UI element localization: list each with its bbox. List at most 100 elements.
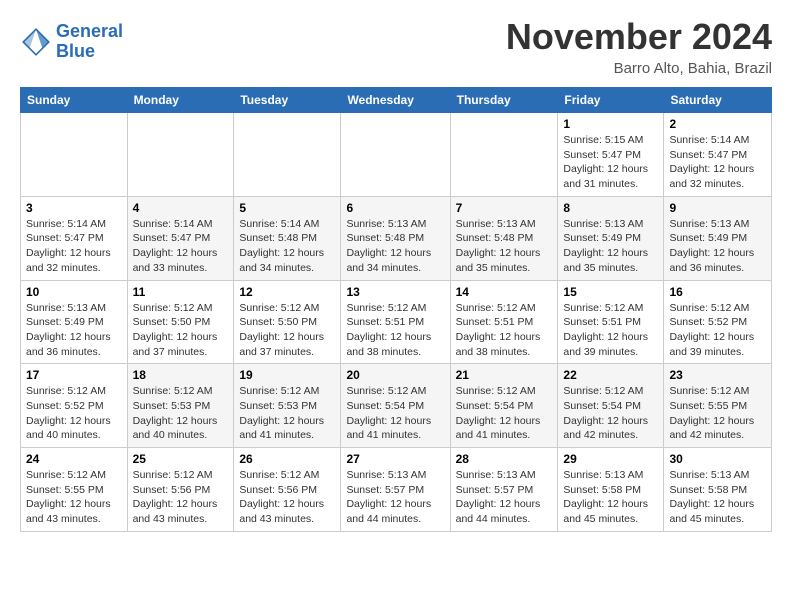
day-info: Sunrise: 5:13 AMSunset: 5:49 PMDaylight:… — [26, 301, 122, 360]
week-row-5: 24 Sunrise: 5:12 AMSunset: 5:55 PMDayligh… — [21, 448, 772, 532]
day-cell — [127, 113, 234, 197]
logo-line2: Blue — [56, 41, 95, 61]
day-info: Sunrise: 5:14 AMSunset: 5:47 PMDaylight:… — [26, 217, 122, 276]
day-cell: 9 Sunrise: 5:13 AMSunset: 5:49 PMDaylight… — [664, 196, 772, 280]
day-cell: 19 Sunrise: 5:12 AMSunset: 5:53 PMDayligh… — [234, 364, 341, 448]
day-number: 30 — [669, 452, 766, 466]
page: General Blue November 2024 Barro Alto, B… — [0, 0, 792, 548]
day-number: 17 — [26, 368, 122, 382]
day-number: 16 — [669, 285, 766, 299]
day-number: 18 — [133, 368, 229, 382]
day-info: Sunrise: 5:13 AMSunset: 5:57 PMDaylight:… — [346, 468, 444, 527]
title-block: November 2024 Barro Alto, Bahia, Brazil — [506, 16, 772, 77]
day-number: 3 — [26, 201, 122, 215]
day-number: 26 — [239, 452, 335, 466]
day-number: 29 — [563, 452, 658, 466]
day-number: 24 — [26, 452, 122, 466]
day-cell: 16 Sunrise: 5:12 AMSunset: 5:52 PMDayligh… — [664, 280, 772, 364]
day-info: Sunrise: 5:15 AMSunset: 5:47 PMDaylight:… — [563, 133, 658, 192]
day-cell: 8 Sunrise: 5:13 AMSunset: 5:49 PMDaylight… — [558, 196, 664, 280]
logo-line1: General — [56, 21, 123, 41]
day-info: Sunrise: 5:12 AMSunset: 5:56 PMDaylight:… — [133, 468, 229, 527]
day-number: 12 — [239, 285, 335, 299]
day-cell: 11 Sunrise: 5:12 AMSunset: 5:50 PMDayligh… — [127, 280, 234, 364]
day-cell: 23Sunrise: 5:12 AMSunset: 5:55 PMDayligh… — [664, 364, 772, 448]
day-number: 4 — [133, 201, 229, 215]
day-info: Sunrise: 5:12 AMSunset: 5:53 PMDaylight:… — [133, 384, 229, 443]
day-number: 9 — [669, 201, 766, 215]
col-header-sunday: Sunday — [21, 88, 128, 113]
week-row-2: 3 Sunrise: 5:14 AMSunset: 5:47 PMDaylight… — [21, 196, 772, 280]
day-info: Sunrise: 5:12 AMSunset: 5:51 PMDaylight:… — [456, 301, 553, 360]
day-number: 19 — [239, 368, 335, 382]
col-header-wednesday: Wednesday — [341, 88, 450, 113]
day-number: 14 — [456, 285, 553, 299]
day-info: Sunrise: 5:14 AMSunset: 5:48 PMDaylight:… — [239, 217, 335, 276]
day-info: Sunrise: 5:13 AMSunset: 5:49 PMDaylight:… — [669, 217, 766, 276]
day-info: Sunrise: 5:12 AMSunset: 5:54 PMDaylight:… — [563, 384, 658, 443]
day-info: Sunrise: 5:12 AMSunset: 5:54 PMDaylight:… — [346, 384, 444, 443]
header-row: SundayMondayTuesdayWednesdayThursdayFrid… — [21, 88, 772, 113]
day-cell: 26 Sunrise: 5:12 AMSunset: 5:56 PMDayligh… — [234, 448, 341, 532]
col-header-saturday: Saturday — [664, 88, 772, 113]
day-info: Sunrise: 5:12 AMSunset: 5:52 PMDaylight:… — [669, 301, 766, 360]
day-cell: 22 Sunrise: 5:12 AMSunset: 5:54 PMDayligh… — [558, 364, 664, 448]
day-cell: 5 Sunrise: 5:14 AMSunset: 5:48 PMDaylight… — [234, 196, 341, 280]
day-cell: 24 Sunrise: 5:12 AMSunset: 5:55 PMDayligh… — [21, 448, 128, 532]
col-header-monday: Monday — [127, 88, 234, 113]
day-cell — [234, 113, 341, 197]
day-cell: 10Sunrise: 5:13 AMSunset: 5:49 PMDayligh… — [21, 280, 128, 364]
calendar-table: SundayMondayTuesdayWednesdayThursdayFrid… — [20, 87, 772, 532]
day-number: 27 — [346, 452, 444, 466]
header: General Blue November 2024 Barro Alto, B… — [20, 16, 772, 77]
day-cell: 21Sunrise: 5:12 AMSunset: 5:54 PMDayligh… — [450, 364, 558, 448]
day-number: 25 — [133, 452, 229, 466]
col-header-friday: Friday — [558, 88, 664, 113]
day-info: Sunrise: 5:14 AMSunset: 5:47 PMDaylight:… — [133, 217, 229, 276]
day-cell: 6Sunrise: 5:13 AMSunset: 5:48 PMDaylight… — [341, 196, 450, 280]
day-number: 22 — [563, 368, 658, 382]
day-info: Sunrise: 5:13 AMSunset: 5:49 PMDaylight:… — [563, 217, 658, 276]
day-cell: 18 Sunrise: 5:12 AMSunset: 5:53 PMDayligh… — [127, 364, 234, 448]
day-info: Sunrise: 5:12 AMSunset: 5:50 PMDaylight:… — [239, 301, 335, 360]
week-row-1: 1 Sunrise: 5:15 AMSunset: 5:47 PMDaylight… — [21, 113, 772, 197]
week-row-3: 10Sunrise: 5:13 AMSunset: 5:49 PMDayligh… — [21, 280, 772, 364]
day-number: 13 — [346, 285, 444, 299]
day-info: Sunrise: 5:13 AMSunset: 5:48 PMDaylight:… — [456, 217, 553, 276]
day-cell: 13 Sunrise: 5:12 AMSunset: 5:51 PMDayligh… — [341, 280, 450, 364]
day-cell — [341, 113, 450, 197]
day-info: Sunrise: 5:13 AMSunset: 5:58 PMDaylight:… — [669, 468, 766, 527]
day-cell: 25 Sunrise: 5:12 AMSunset: 5:56 PMDayligh… — [127, 448, 234, 532]
day-number: 5 — [239, 201, 335, 215]
day-info: Sunrise: 5:12 AMSunset: 5:55 PMDaylight:… — [26, 468, 122, 527]
day-number: 15 — [563, 285, 658, 299]
day-cell: 28 Sunrise: 5:13 AMSunset: 5:57 PMDayligh… — [450, 448, 558, 532]
day-info: Sunrise: 5:12 AMSunset: 5:50 PMDaylight:… — [133, 301, 229, 360]
day-number: 23 — [669, 368, 766, 382]
day-number: 20 — [346, 368, 444, 382]
day-info: Sunrise: 5:13 AMSunset: 5:57 PMDaylight:… — [456, 468, 553, 527]
day-number: 8 — [563, 201, 658, 215]
day-info: Sunrise: 5:13 AMSunset: 5:58 PMDaylight:… — [563, 468, 658, 527]
day-number: 28 — [456, 452, 553, 466]
day-cell: 27 Sunrise: 5:13 AMSunset: 5:57 PMDayligh… — [341, 448, 450, 532]
day-cell: 3 Sunrise: 5:14 AMSunset: 5:47 PMDaylight… — [21, 196, 128, 280]
day-info: Sunrise: 5:12 AMSunset: 5:51 PMDaylight:… — [563, 301, 658, 360]
day-cell: 30 Sunrise: 5:13 AMSunset: 5:58 PMDayligh… — [664, 448, 772, 532]
day-number: 1 — [563, 117, 658, 131]
day-info: Sunrise: 5:12 AMSunset: 5:56 PMDaylight:… — [239, 468, 335, 527]
day-cell: 2Sunrise: 5:14 AMSunset: 5:47 PMDaylight… — [664, 113, 772, 197]
day-info: Sunrise: 5:12 AMSunset: 5:53 PMDaylight:… — [239, 384, 335, 443]
day-number: 11 — [133, 285, 229, 299]
day-info: Sunrise: 5:14 AMSunset: 5:47 PMDaylight:… — [669, 133, 766, 192]
day-cell: 7Sunrise: 5:13 AMSunset: 5:48 PMDaylight… — [450, 196, 558, 280]
week-row-4: 17Sunrise: 5:12 AMSunset: 5:52 PMDayligh… — [21, 364, 772, 448]
day-info: Sunrise: 5:12 AMSunset: 5:51 PMDaylight:… — [346, 301, 444, 360]
day-cell: 12 Sunrise: 5:12 AMSunset: 5:50 PMDayligh… — [234, 280, 341, 364]
day-cell: 17Sunrise: 5:12 AMSunset: 5:52 PMDayligh… — [21, 364, 128, 448]
logo-icon — [20, 26, 52, 58]
day-cell: 4 Sunrise: 5:14 AMSunset: 5:47 PMDaylight… — [127, 196, 234, 280]
day-cell — [450, 113, 558, 197]
day-cell: 29 Sunrise: 5:13 AMSunset: 5:58 PMDayligh… — [558, 448, 664, 532]
location: Barro Alto, Bahia, Brazil — [506, 60, 772, 77]
